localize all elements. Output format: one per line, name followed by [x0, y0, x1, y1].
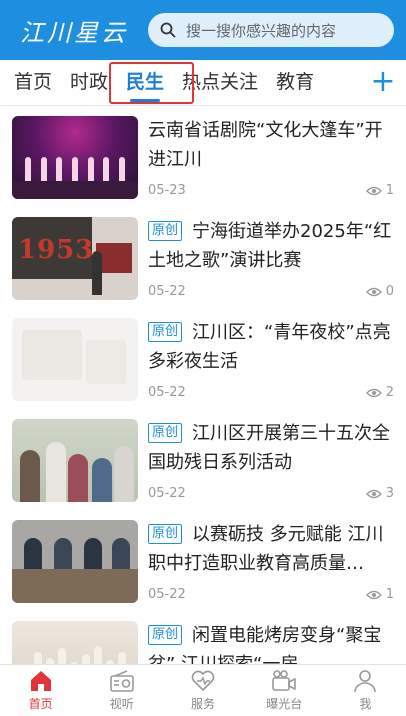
- news-thumbnail: 1953: [12, 217, 138, 300]
- news-item[interactable]: 原创 江川区开展第三十五次全国助残日系列活动 05-22 3: [0, 410, 406, 511]
- news-title: 原创 以赛砺技 多元赋能 江川职中打造职业教育高质量…: [148, 524, 384, 574]
- news-thumbnail: [12, 318, 138, 401]
- tabs-fade: [338, 60, 366, 105]
- nav-label: 服务: [191, 697, 216, 711]
- news-date: 05-22: [148, 385, 186, 400]
- app-header: 江川星云 搜一搜你感兴趣的内容: [0, 0, 406, 60]
- news-thumbnail: [12, 520, 138, 603]
- tab-politics[interactable]: 时政: [70, 60, 108, 106]
- news-views: 1: [365, 587, 394, 602]
- news-item[interactable]: 原创 江川区：“青年夜校”点亮多彩夜生活 05-22 2: [0, 309, 406, 410]
- bottom-nav: 首页 视听 服务 曝光台 我: [0, 664, 406, 716]
- home-icon: [30, 671, 51, 691]
- channel-tabs: 首页 时政 民生 热点关注 教育 +: [0, 60, 406, 106]
- news-thumbnail: [12, 621, 138, 664]
- tab-hot-topics[interactable]: 热点关注: [182, 60, 258, 106]
- news-item[interactable]: 原创 以赛砺技 多元赋能 江川职中打造职业教育高质量… 05-22 1: [0, 511, 406, 612]
- eye-icon: [365, 287, 382, 296]
- eye-icon: [365, 186, 382, 195]
- tab-home[interactable]: 首页: [14, 60, 52, 106]
- news-item[interactable]: 云南省话剧院“文化大篷车”开进江川 05-23 1: [0, 107, 406, 208]
- original-badge: 原创: [148, 221, 183, 241]
- camera-icon: [272, 670, 297, 691]
- service-heart-icon: [191, 670, 215, 691]
- news-item[interactable]: 1953 原创 宁海街道举办2025年“红土地之歌”演讲比赛 05-22 0: [0, 208, 406, 309]
- news-thumbnail: [12, 116, 138, 199]
- nav-label: 视听: [109, 697, 134, 711]
- nav-label: 首页: [28, 697, 53, 711]
- eye-icon: [365, 388, 382, 397]
- news-title: 原创闲置电能烤房变身“聚宝盆” 江川探索“一房…: [148, 621, 394, 664]
- eye-icon: [365, 590, 382, 599]
- app-logo[interactable]: 江川星云: [20, 13, 148, 48]
- news-date: 05-22: [148, 284, 186, 299]
- nav-me[interactable]: 我: [325, 665, 406, 716]
- user-icon: [354, 670, 377, 693]
- add-channel-button[interactable]: +: [368, 66, 398, 100]
- news-views: 2: [365, 385, 394, 400]
- nav-exposure[interactable]: 曝光台: [244, 665, 325, 716]
- original-badge: 原创: [148, 322, 183, 342]
- news-date: 05-23: [148, 183, 186, 198]
- search-icon: [160, 22, 176, 38]
- news-title: 云南省话剧院“文化大篷车”开进江川: [148, 120, 383, 170]
- news-list: 云南省话剧院“文化大篷车”开进江川 05-23 1 1953 原创 宁海街道举办2…: [0, 107, 406, 664]
- nav-audio-video[interactable]: 视听: [81, 665, 162, 716]
- search-placeholder: 搜一搜你感兴趣的内容: [186, 21, 337, 40]
- original-badge: 原创: [148, 524, 183, 544]
- tab-livelihood[interactable]: 民生: [126, 60, 164, 106]
- news-thumbnail: [12, 419, 138, 502]
- nav-home[interactable]: 首页: [0, 665, 81, 716]
- news-title: 原创 江川区开展第三十五次全国助残日系列活动: [148, 423, 391, 473]
- news-date: 05-22: [148, 486, 186, 501]
- nav-label: 我: [359, 697, 372, 711]
- original-badge: 原创: [148, 423, 183, 443]
- news-views: 0: [365, 284, 394, 299]
- news-title: 原创 宁海街道举办2025年“红土地之歌”演讲比赛: [148, 221, 392, 271]
- original-badge: 原创: [148, 625, 183, 645]
- news-item[interactable]: 原创闲置电能烤房变身“聚宝盆” 江川探索“一房…: [0, 612, 406, 664]
- tab-education[interactable]: 教育: [276, 60, 314, 106]
- thumbnail-year-text: 1953: [18, 235, 95, 265]
- search-bar[interactable]: 搜一搜你感兴趣的内容: [148, 13, 394, 47]
- news-date: 05-22: [148, 587, 186, 602]
- nav-label: 曝光台: [266, 697, 303, 711]
- news-views: 1: [365, 183, 394, 198]
- nav-service[interactable]: 服务: [162, 665, 243, 716]
- news-views: 3: [365, 486, 394, 501]
- news-title: 原创 江川区：“青年夜校”点亮多彩夜生活: [148, 322, 391, 372]
- radio-icon: [109, 670, 134, 692]
- eye-icon: [365, 489, 382, 498]
